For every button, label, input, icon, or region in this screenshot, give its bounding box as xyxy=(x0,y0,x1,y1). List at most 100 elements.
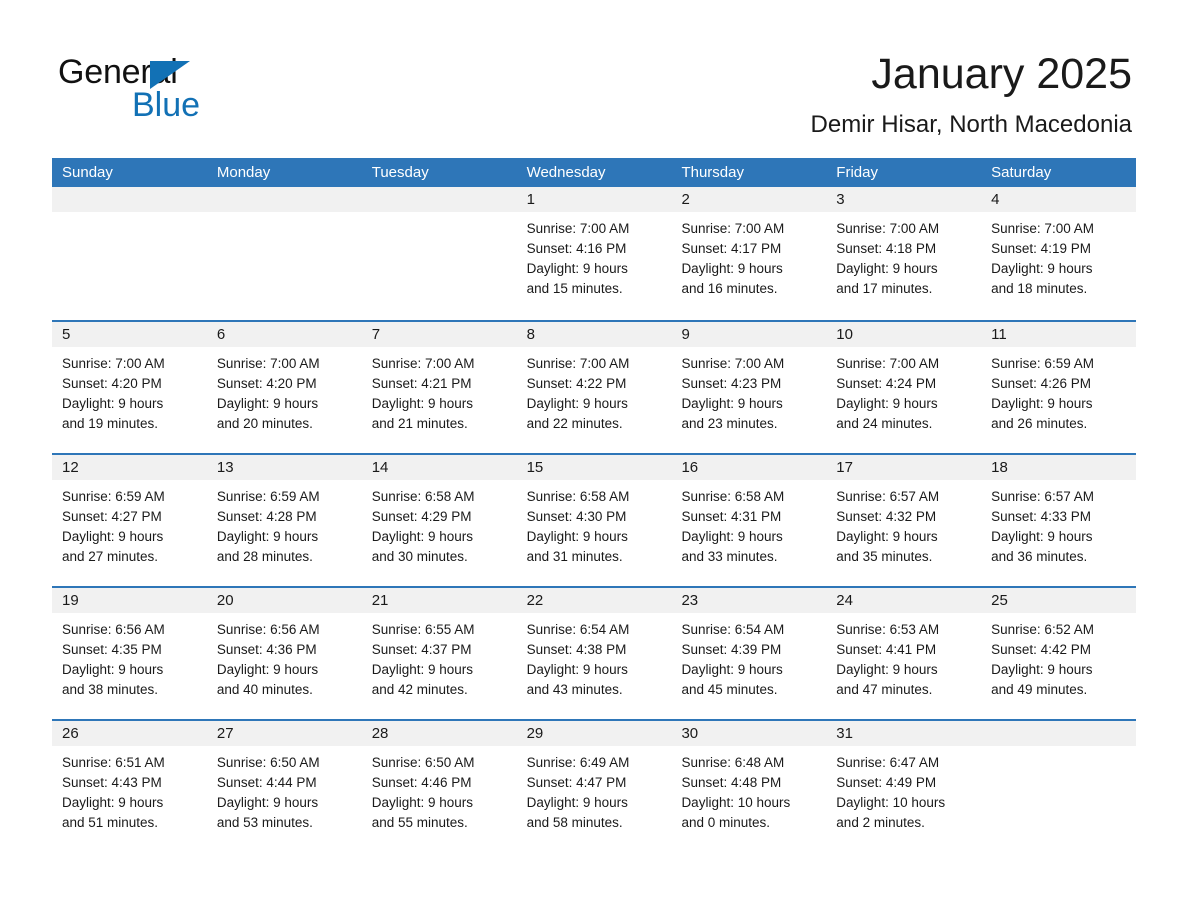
day-details: Sunrise: 6:51 AM Sunset: 4:43 PM Daylight:… xyxy=(52,746,207,833)
day-detail-line: and 24 minutes. xyxy=(836,416,933,431)
day-cell-9[interactable]: 9 Sunrise: 7:00 AM Sunset: 4:23 PM Daylight… xyxy=(671,322,827,453)
day-detail-line: and 47 minutes. xyxy=(836,682,933,697)
day-cell-25[interactable]: 25 Sunrise: 6:52 AM Sunset: 4:42 PM Dayligh… xyxy=(981,588,1137,719)
day-details: Sunrise: 6:56 AM Sunset: 4:35 PM Daylight:… xyxy=(52,613,207,700)
day-detail-line: Sunset: 4:17 PM xyxy=(681,241,782,256)
day-detail-line: and 38 minutes. xyxy=(62,682,159,697)
day-cell-17[interactable]: 17 Sunrise: 6:57 AM Sunset: 4:32 PM Dayligh… xyxy=(826,455,982,586)
day-detail-line: Daylight: 9 hours xyxy=(991,662,1093,677)
day-detail-line: and 49 minutes. xyxy=(991,682,1088,697)
day-details: Sunrise: 6:49 AM Sunset: 4:47 PM Daylight:… xyxy=(517,746,672,833)
general-blue-logo[interactable]: General Blue xyxy=(58,52,358,132)
day-cell-5[interactable]: 5 Sunrise: 7:00 AM Sunset: 4:20 PM Daylight… xyxy=(52,322,207,453)
weekday-header-monday: Monday xyxy=(216,164,271,181)
day-detail-line: Sunrise: 6:58 AM xyxy=(526,489,630,504)
day-detail-line: Sunrise: 7:00 AM xyxy=(836,221,940,236)
day-cell-24[interactable]: 24 Sunrise: 6:53 AM Sunset: 4:41 PM Dayligh… xyxy=(826,588,982,719)
day-detail-line: Sunset: 4:46 PM xyxy=(371,775,472,790)
day-details xyxy=(362,212,517,219)
day-cell-22[interactable]: 22 Sunrise: 6:54 AM Sunset: 4:38 PM Dayligh… xyxy=(516,588,672,719)
day-detail-line: Sunset: 4:19 PM xyxy=(991,241,1091,256)
day-cell-2[interactable]: 2 Sunrise: 7:00 AM Sunset: 4:17 PM Daylight… xyxy=(671,187,827,320)
day-cell-7[interactable]: 7 Sunrise: 7:00 AM Sunset: 4:21 PM Daylight… xyxy=(361,322,517,453)
day-detail-line: and 35 minutes. xyxy=(836,549,933,564)
day-detail-line: Sunset: 4:49 PM xyxy=(836,775,937,790)
day-cell-27[interactable]: 27 Sunrise: 6:50 AM Sunset: 4:44 PM Dayligh… xyxy=(206,721,362,852)
day-number: 17 xyxy=(826,455,982,480)
day-cell-20[interactable]: 20 Sunrise: 6:56 AM Sunset: 4:36 PM Dayligh… xyxy=(206,588,362,719)
day-cell-13[interactable]: 13 Sunrise: 6:59 AM Sunset: 4:28 PM Dayligh… xyxy=(206,455,362,586)
day-cell-12[interactable]: 12 Sunrise: 6:59 AM Sunset: 4:27 PM Dayligh… xyxy=(52,455,207,586)
day-detail-line: Daylight: 9 hours xyxy=(526,795,628,810)
day-detail-line: Sunrise: 6:59 AM xyxy=(216,489,320,504)
day-cell-30[interactable]: 30 Sunrise: 6:48 AM Sunset: 4:48 PM Dayligh… xyxy=(671,721,827,852)
day-detail-line: and 31 minutes. xyxy=(526,549,623,564)
day-detail-line: Daylight: 9 hours xyxy=(526,261,628,276)
day-number: 26 xyxy=(52,721,207,746)
day-cell-3[interactable]: 3 Sunrise: 7:00 AM Sunset: 4:18 PM Daylight… xyxy=(826,187,982,320)
day-detail-line: Sunrise: 6:51 AM xyxy=(62,755,165,770)
day-detail-line: and 15 minutes. xyxy=(526,281,623,296)
day-cell-8[interactable]: 8 Sunrise: 7:00 AM Sunset: 4:22 PM Daylight… xyxy=(516,322,672,453)
day-detail-line: and 42 minutes. xyxy=(371,682,468,697)
day-cell-21[interactable]: 21 Sunrise: 6:55 AM Sunset: 4:37 PM Dayligh… xyxy=(361,588,517,719)
day-cell-26[interactable]: 26 Sunrise: 6:51 AM Sunset: 4:43 PM Dayligh… xyxy=(52,721,207,852)
day-cell-29[interactable]: 29 Sunrise: 6:49 AM Sunset: 4:47 PM Dayligh… xyxy=(516,721,672,852)
day-detail-line: Daylight: 9 hours xyxy=(526,396,628,411)
day-details: Sunrise: 7:00 AM Sunset: 4:22 PM Daylight:… xyxy=(517,347,672,434)
weekday-header-wednesday: Wednesday xyxy=(526,164,606,181)
day-number: 6 xyxy=(206,322,362,347)
day-detail-line: Sunrise: 6:59 AM xyxy=(62,489,165,504)
day-details: Sunrise: 6:55 AM Sunset: 4:37 PM Daylight:… xyxy=(362,613,517,700)
day-cell-18[interactable]: 18 Sunrise: 6:57 AM Sunset: 4:33 PM Dayligh… xyxy=(981,455,1137,586)
day-cell-4[interactable]: 4 Sunrise: 7:00 AM Sunset: 4:19 PM Daylight… xyxy=(981,187,1137,320)
day-details xyxy=(52,212,207,219)
day-detail-line: Daylight: 10 hours xyxy=(681,795,791,810)
day-cell-31[interactable]: 31 Sunrise: 6:47 AM Sunset: 4:49 PM Dayligh… xyxy=(826,721,982,852)
day-detail-line: Sunset: 4:22 PM xyxy=(526,376,627,391)
day-detail-line: Daylight: 9 hours xyxy=(62,529,164,544)
day-cell-10[interactable]: 10 Sunrise: 7:00 AM Sunset: 4:24 PM Dayligh… xyxy=(826,322,982,453)
day-detail-line: Sunset: 4:30 PM xyxy=(526,509,627,524)
calendar-page: General Blue January 2025 Demir Hisar, N… xyxy=(0,0,1188,918)
day-detail-line: and 58 minutes. xyxy=(526,815,623,830)
day-detail-line: Sunset: 4:20 PM xyxy=(62,376,162,391)
day-cell-1[interactable]: 1 Sunrise: 7:00 AM Sunset: 4:16 PM Daylight… xyxy=(516,187,672,320)
day-detail-line: and 16 minutes. xyxy=(681,281,778,296)
day-detail-line: Daylight: 9 hours xyxy=(526,529,628,544)
day-detail-line: and 43 minutes. xyxy=(526,682,623,697)
day-detail-line: Sunset: 4:47 PM xyxy=(526,775,627,790)
day-number: 4 xyxy=(981,187,1137,212)
day-cell-28[interactable]: 28 Sunrise: 6:50 AM Sunset: 4:46 PM Dayligh… xyxy=(361,721,517,852)
day-detail-line: Sunset: 4:32 PM xyxy=(836,509,937,524)
day-cell-11[interactable]: 11 Sunrise: 6:59 AM Sunset: 4:26 PM Dayligh… xyxy=(981,322,1137,453)
day-cell-empty xyxy=(206,187,362,320)
day-cell-16[interactable]: 16 Sunrise: 6:58 AM Sunset: 4:31 PM Dayligh… xyxy=(671,455,827,586)
day-detail-line: Daylight: 9 hours xyxy=(216,396,319,411)
day-cell-19[interactable]: 19 Sunrise: 6:56 AM Sunset: 4:35 PM Dayligh… xyxy=(52,588,207,719)
day-cell-14[interactable]: 14 Sunrise: 6:58 AM Sunset: 4:29 PM Dayligh… xyxy=(361,455,517,586)
day-number: 14 xyxy=(361,455,517,480)
day-detail-line: and 2 minutes. xyxy=(836,815,925,830)
day-detail-line: Daylight: 9 hours xyxy=(991,396,1093,411)
day-detail-line: and 18 minutes. xyxy=(991,281,1088,296)
day-cell-15[interactable]: 15 Sunrise: 6:58 AM Sunset: 4:30 PM Dayligh… xyxy=(516,455,672,586)
calendar-week-row: 26 Sunrise: 6:51 AM Sunset: 4:43 PM Dayligh… xyxy=(52,719,1137,852)
day-detail-line: Daylight: 9 hours xyxy=(371,662,474,677)
day-detail-line: Daylight: 9 hours xyxy=(681,261,783,276)
day-detail-line: and 22 minutes. xyxy=(526,416,623,431)
day-details: Sunrise: 7:00 AM Sunset: 4:23 PM Daylight:… xyxy=(671,347,826,434)
day-detail-line: Sunrise: 7:00 AM xyxy=(681,356,785,371)
day-details: Sunrise: 6:59 AM Sunset: 4:28 PM Daylight:… xyxy=(207,480,362,567)
day-detail-line: and 0 minutes. xyxy=(681,815,770,830)
day-detail-line: Sunrise: 6:49 AM xyxy=(526,755,630,770)
day-cell-23[interactable]: 23 Sunrise: 6:54 AM Sunset: 4:39 PM Dayligh… xyxy=(671,588,827,719)
logo-text-blue: Blue xyxy=(132,86,201,124)
day-details: Sunrise: 7:00 AM Sunset: 4:20 PM Daylight:… xyxy=(207,347,362,434)
day-detail-line: and 55 minutes. xyxy=(371,815,468,830)
day-detail-line: and 19 minutes. xyxy=(62,416,159,431)
day-details: Sunrise: 6:54 AM Sunset: 4:39 PM Daylight:… xyxy=(671,613,826,700)
day-number: 23 xyxy=(671,588,827,613)
day-cell-6[interactable]: 6 Sunrise: 7:00 AM Sunset: 4:20 PM Daylight… xyxy=(206,322,362,453)
day-detail-line: Daylight: 9 hours xyxy=(216,795,319,810)
